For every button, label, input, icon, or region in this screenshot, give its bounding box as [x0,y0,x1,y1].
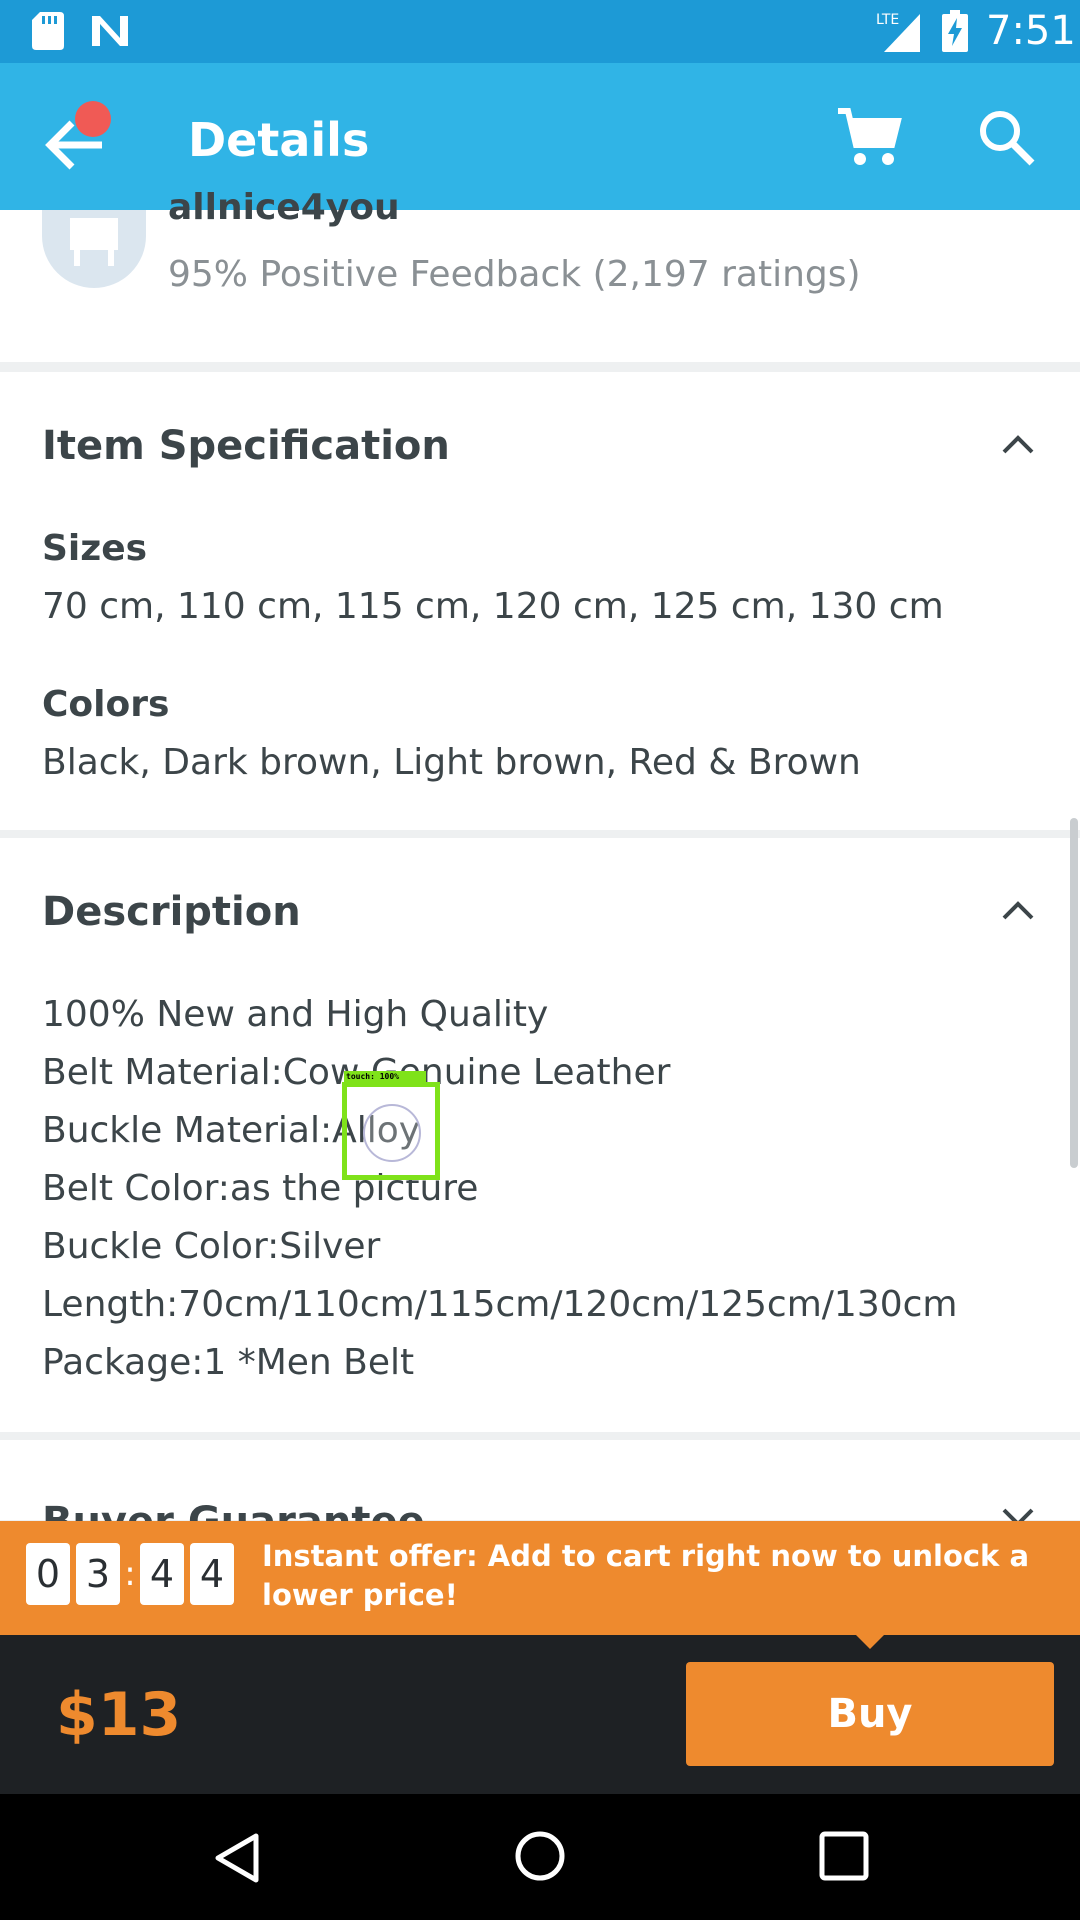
description-line: Buckle Material:Alloy [42,1110,421,1151]
store-avatar [42,210,146,288]
cart-icon[interactable] [836,105,902,171]
buyer-guarantee-section[interactable]: Buyer Guarantee [0,1440,1080,1545]
store-name[interactable]: allnice4you [168,188,668,228]
n-notification-icon [92,16,128,46]
colors-label: Colors [42,684,170,725]
description-line: 100% New and High Quality [42,994,549,1035]
sd-card-icon [32,12,64,50]
description-line: Belt Material:Cow Genuine Leather [42,1052,671,1093]
item-specification-title[interactable]: Item Specification [42,416,842,476]
item-specification-section: Item Specification Sizes 70 cm, 110 cm, … [0,372,1080,830]
countdown-digit: 4 [190,1543,234,1605]
status-time: 7:51 [986,8,1076,54]
countdown-digit: 0 [26,1543,70,1605]
nav-home-icon[interactable] [510,1826,570,1886]
description-title[interactable]: Description [42,882,842,942]
countdown-digit: 3 [76,1543,120,1605]
scrollbar[interactable] [1070,818,1078,1168]
sizes-label: Sizes [42,528,148,569]
description-line: Package:1 *Men Belt [42,1342,415,1383]
battery-charging-icon [942,10,968,52]
store-front-icon [70,218,118,266]
chevron-up-icon[interactable] [998,424,1038,464]
touch-indicator-circle [363,1104,421,1162]
description-section: Description 100% New and High Quality Be… [0,838,1080,1432]
description-line: Belt Color:as the picture [42,1168,479,1209]
search-icon[interactable] [976,107,1036,167]
offer-pointer [856,1635,884,1649]
store-card[interactable]: allnice4you 95% Positive Feedback (2,197… [0,188,1080,362]
store-feedback: 95% Positive Feedback (2,197 ratings) [168,254,861,295]
purchase-bar: $13 Buy [0,1635,1080,1794]
instant-offer-text: Instant offer: Add to cart right now to … [262,1539,1030,1612]
buy-button[interactable]: Buy [686,1662,1054,1766]
system-nav-bar [0,1794,1080,1920]
countdown-separator: : [124,1554,136,1594]
notification-dot [75,101,111,137]
chevron-up-icon[interactable] [998,890,1038,930]
nav-recents-icon[interactable] [816,1828,872,1884]
sizes-value: 70 cm, 110 cm, 115 cm, 120 cm, 125 cm, 1… [42,586,944,627]
status-bar: LTE 7:51 [0,0,1080,63]
instant-offer-banner[interactable]: 0 3 : 4 4 Instant offer: Add to cart rig… [0,1521,1080,1635]
nav-back-icon[interactable] [210,1828,270,1888]
description-line: Length:70cm/110cm/115cm/120cm/125cm/130c… [42,1284,958,1325]
countdown-digit: 4 [140,1543,184,1605]
colors-value: Black, Dark brown, Light brown, Red & Br… [42,742,861,783]
lte-signal-icon: LTE [876,12,920,52]
page-title: Details [188,113,370,167]
description-line: Buckle Color:Silver [42,1226,381,1267]
lte-label: LTE [876,12,899,28]
price: $13 [56,1680,182,1750]
